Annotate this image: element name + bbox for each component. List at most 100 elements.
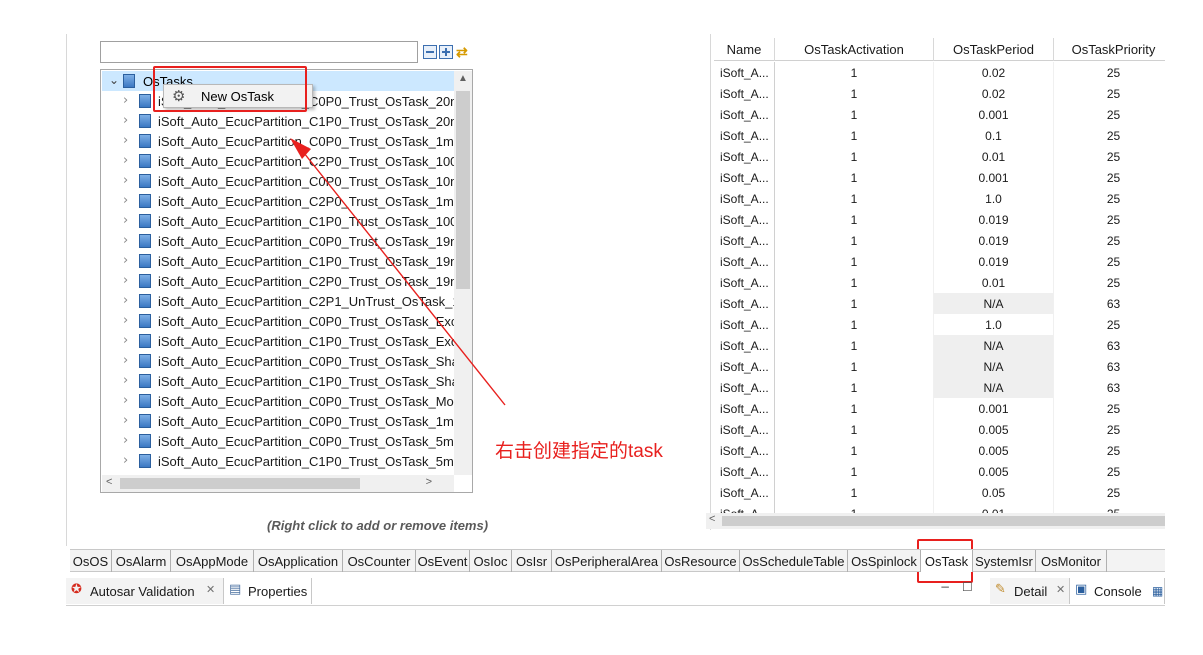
table-row[interactable]: iSoft_A... 1 0.019 25 [714, 230, 1165, 251]
chevron-down-icon[interactable]: ⌄ [109, 73, 119, 87]
scrollbar-thumb[interactable] [456, 91, 470, 289]
tab-ostask[interactable]: OsTask [921, 550, 973, 572]
table-cell[interactable]: 1.0 [934, 188, 1054, 209]
table-cell[interactable]: 0.001 [934, 167, 1054, 188]
table-cell[interactable]: 25 [1054, 314, 1165, 335]
table-cell[interactable]: 1 [775, 440, 934, 461]
tree-item[interactable]: › iSoft_Auto_EcucPartition_C1P0_Trust_OsT… [102, 211, 454, 231]
close-icon[interactable]: ✕ [1056, 583, 1065, 596]
tree-horizontal-scrollbar[interactable]: < > [102, 475, 454, 492]
table-cell[interactable]: 1 [775, 188, 934, 209]
view-tab-console[interactable]: ▣ Console [1070, 578, 1165, 604]
table-cell[interactable]: 25 [1054, 230, 1165, 251]
table-row[interactable]: iSoft_A... 1 1.0 25 [714, 314, 1165, 335]
tree-item[interactable]: › iSoft_Auto_EcucPartition_C0P0_Trust_OsT… [102, 351, 454, 371]
table-cell[interactable]: iSoft_A... [714, 62, 775, 83]
table-cell[interactable]: 0.02 [934, 62, 1054, 83]
tab-systemisr[interactable]: SystemIsr [973, 550, 1036, 572]
table-cell[interactable]: N/A [934, 356, 1054, 377]
minimize-icon[interactable]: − [940, 580, 950, 594]
chevron-right-icon[interactable]: › [123, 333, 128, 348]
table-row[interactable]: iSoft_A... 1 1.0 25 [714, 188, 1165, 209]
tree-item[interactable]: › iSoft_Auto_EcucPartition_C0P0_Trust_OsT… [102, 171, 454, 191]
table-cell[interactable]: iSoft_A... [714, 335, 775, 356]
table-cell[interactable]: 1 [775, 335, 934, 356]
chevron-right-icon[interactable]: › [123, 453, 128, 468]
scroll-left-icon[interactable]: < [106, 476, 112, 488]
table-cell[interactable]: 1 [775, 251, 934, 272]
chevron-right-icon[interactable]: › [123, 213, 128, 228]
table-cell[interactable]: iSoft_A... [714, 293, 775, 314]
view-tab-detail[interactable]: ✎ Detail ✕ [990, 578, 1070, 604]
tab-osspinlock[interactable]: OsSpinlock [848, 550, 921, 572]
table-cell[interactable]: 1 [775, 482, 934, 503]
table-horizontal-scrollbar[interactable]: < [706, 513, 1165, 529]
tree-item[interactable]: › iSoft_Auto_EcucPartition_C0P0_Trust_OsT… [102, 231, 454, 251]
table-row[interactable]: iSoft_A... 1 0.001 25 [714, 104, 1165, 125]
table-cell[interactable]: iSoft_A... [714, 104, 775, 125]
tree-item[interactable]: › iSoft_Auto_EcucPartition_C2P0_Trust_OsT… [102, 151, 454, 171]
table-row[interactable]: iSoft_A... 1 0.019 25 [714, 251, 1165, 272]
chevron-right-icon[interactable]: › [123, 433, 128, 448]
chevron-right-icon[interactable]: › [123, 133, 128, 148]
table-cell[interactable]: iSoft_A... [714, 419, 775, 440]
table-row[interactable]: iSoft_A... 1 0.001 25 [714, 167, 1165, 188]
tree-item[interactable]: › iSoft_Auto_EcucPartition_C0P0_Trust_OsT… [102, 391, 454, 411]
column-header[interactable]: OsTaskActivation [775, 38, 934, 61]
table-cell[interactable]: 0.02 [934, 83, 1054, 104]
table-cell[interactable]: 25 [1054, 125, 1165, 146]
table-row[interactable]: iSoft_A... 1 0.005 25 [714, 440, 1165, 461]
filter-input[interactable] [100, 41, 418, 63]
tree-item[interactable]: › iSoft_Auto_EcucPartition_C1P0_Trust_OsT… [102, 331, 454, 351]
table-cell[interactable]: 25 [1054, 62, 1165, 83]
tab-osos[interactable]: OsOS [70, 550, 112, 572]
table-cell[interactable]: 25 [1054, 251, 1165, 272]
table-cell[interactable]: 63 [1054, 356, 1165, 377]
table-row[interactable]: iSoft_A... 1 0.005 25 [714, 419, 1165, 440]
table-cell[interactable]: 0.05 [934, 482, 1054, 503]
table-cell[interactable]: iSoft_A... [714, 146, 775, 167]
column-header[interactable]: OsTaskPriority [1054, 38, 1165, 61]
table-cell[interactable]: 25 [1054, 146, 1165, 167]
table-row[interactable]: iSoft_A... 1 0.05 25 [714, 482, 1165, 503]
scroll-up-icon[interactable]: ▲ [458, 73, 468, 84]
table-cell[interactable]: 1 [775, 461, 934, 482]
table-cell[interactable]: 1 [775, 377, 934, 398]
tab-osalarm[interactable]: OsAlarm [112, 550, 171, 572]
table-cell[interactable]: iSoft_A... [714, 377, 775, 398]
table-cell[interactable]: 1 [775, 83, 934, 104]
scroll-right-icon[interactable]: > [426, 476, 432, 488]
view-tab-properties[interactable]: ▤ Properties [224, 578, 312, 604]
expand-all-icon[interactable] [439, 45, 453, 59]
table-cell[interactable]: 0.019 [934, 209, 1054, 230]
chevron-right-icon[interactable]: › [123, 193, 128, 208]
table-row[interactable]: iSoft_A... 1 N/A 63 [714, 356, 1165, 377]
table-row[interactable]: iSoft_A... 1 N/A 63 [714, 377, 1165, 398]
table-cell[interactable]: 0.01 [934, 146, 1054, 167]
chevron-right-icon[interactable]: › [123, 273, 128, 288]
tree-item[interactable]: › iSoft_Auto_EcucPartition_C2P0_Trust_OsT… [102, 271, 454, 291]
table-cell[interactable]: 1 [775, 209, 934, 230]
table-cell[interactable]: 0.019 [934, 230, 1054, 251]
table-cell[interactable]: 1 [775, 356, 934, 377]
tree-item[interactable]: › iSoft_Auto_EcucPartition_C1P0_Trust_OsT… [102, 451, 454, 471]
table-cell[interactable]: 25 [1054, 167, 1165, 188]
table-cell[interactable]: iSoft_A... [714, 356, 775, 377]
table-cell[interactable]: iSoft_A... [714, 461, 775, 482]
table-cell[interactable]: iSoft_A... [714, 251, 775, 272]
table-cell[interactable]: iSoft_A... [714, 83, 775, 104]
table-cell[interactable]: iSoft_A... [714, 272, 775, 293]
chevron-right-icon[interactable]: › [123, 313, 128, 328]
tab-osperipheralarea[interactable]: OsPeripheralArea [552, 550, 662, 572]
maximize-icon[interactable]: ☐ [962, 580, 973, 594]
table-cell[interactable]: 0.005 [934, 419, 1054, 440]
table-row[interactable]: iSoft_A... 1 0.1 25 [714, 125, 1165, 146]
table-cell[interactable]: 25 [1054, 398, 1165, 419]
table-cell[interactable]: 25 [1054, 188, 1165, 209]
table-cell[interactable]: N/A [934, 377, 1054, 398]
table-cell[interactable]: 1.0 [934, 314, 1054, 335]
chevron-right-icon[interactable]: › [123, 113, 128, 128]
table-cell[interactable]: 1 [775, 419, 934, 440]
table-cell[interactable]: 0.005 [934, 440, 1054, 461]
view-tab-validation[interactable]: ✪ Autosar Validation ✕ [66, 578, 224, 604]
